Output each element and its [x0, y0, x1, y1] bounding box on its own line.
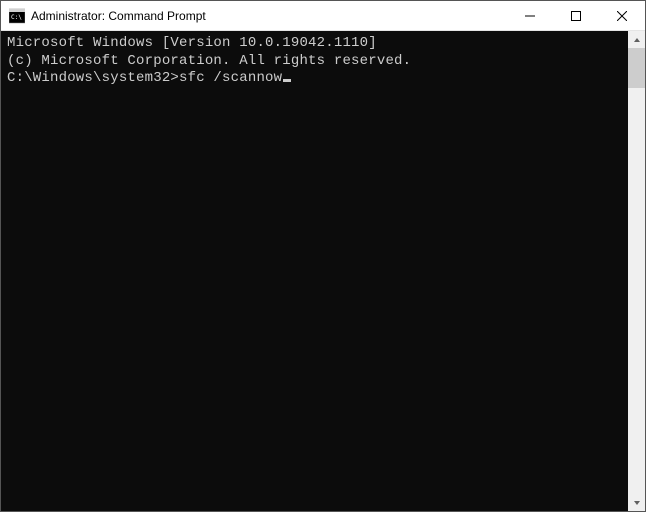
vertical-scrollbar[interactable]	[628, 31, 645, 511]
cursor	[283, 79, 291, 82]
scroll-down-button[interactable]	[628, 494, 645, 511]
window-title: Administrator: Command Prompt	[31, 9, 507, 23]
version-line: Microsoft Windows [Version 10.0.19042.11…	[7, 35, 622, 53]
minimize-button[interactable]	[507, 1, 553, 30]
terminal-area: Microsoft Windows [Version 10.0.19042.11…	[1, 31, 645, 511]
command-input[interactable]: sfc /scannow	[179, 70, 282, 88]
scroll-up-button[interactable]	[628, 31, 645, 48]
maximize-button[interactable]	[553, 1, 599, 30]
scrollbar-thumb[interactable]	[628, 48, 645, 88]
svg-text:C:\: C:\	[11, 14, 22, 21]
prompt-line: C:\Windows\system32>sfc /scannow	[7, 70, 622, 88]
copyright-line: (c) Microsoft Corporation. All rights re…	[7, 53, 622, 71]
close-button[interactable]	[599, 1, 645, 30]
prompt-text: C:\Windows\system32>	[7, 70, 179, 88]
window-controls	[507, 1, 645, 30]
titlebar[interactable]: C:\ Administrator: Command Prompt	[1, 1, 645, 31]
command-prompt-window: C:\ Administrator: Command Prompt Micros…	[0, 0, 646, 512]
cmd-icon: C:\	[9, 8, 25, 24]
scrollbar-track[interactable]	[628, 48, 645, 494]
terminal-output[interactable]: Microsoft Windows [Version 10.0.19042.11…	[1, 31, 628, 511]
